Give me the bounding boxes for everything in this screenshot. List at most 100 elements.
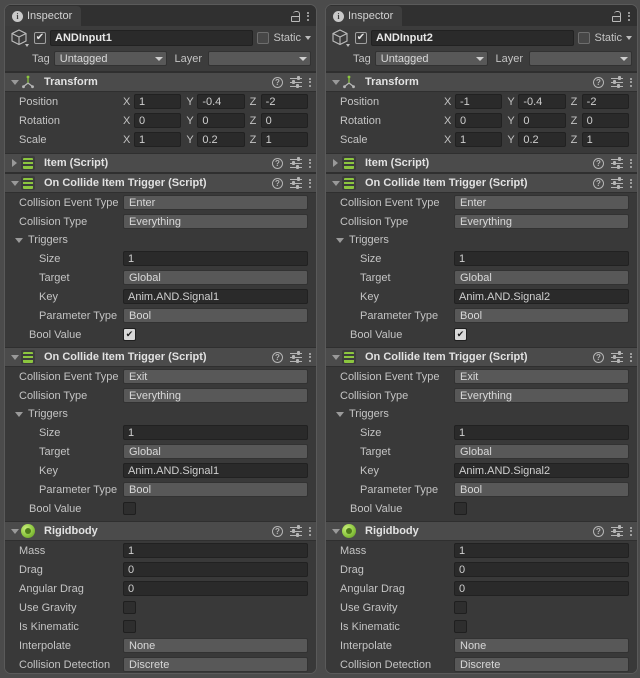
triggers-size-input[interactable]: 1 bbox=[123, 251, 308, 266]
rotation-y-input[interactable]: 0 bbox=[197, 113, 245, 128]
triggers-size-input[interactable]: 1 bbox=[454, 251, 629, 266]
help-icon[interactable]: ? bbox=[272, 76, 283, 88]
gameobject-name-input[interactable]: ANDInput2 bbox=[371, 30, 575, 46]
mass-input[interactable]: 1 bbox=[454, 543, 629, 558]
layer-dropdown[interactable] bbox=[529, 51, 632, 66]
lock-icon[interactable] bbox=[612, 10, 621, 22]
position-x-input[interactable]: -1 bbox=[455, 94, 503, 109]
gameobject-enabled-checkbox[interactable]: ✔ bbox=[355, 32, 367, 44]
scale-z-input[interactable]: 1 bbox=[260, 132, 308, 147]
foldout-toggle[interactable] bbox=[9, 79, 20, 85]
help-icon[interactable]: ? bbox=[593, 76, 604, 88]
rotation-x-input[interactable]: 0 bbox=[134, 113, 182, 128]
scale-x-input[interactable]: 1 bbox=[134, 132, 182, 147]
preset-settings-icon[interactable] bbox=[290, 525, 302, 538]
component-header-item-script[interactable]: Item (Script) ? bbox=[5, 153, 316, 173]
foldout-toggle[interactable] bbox=[9, 159, 20, 167]
kebab-menu-icon[interactable] bbox=[309, 76, 311, 88]
preset-settings-icon[interactable] bbox=[611, 351, 623, 364]
gameobject-name-input[interactable]: ANDInput1 bbox=[50, 30, 254, 46]
component-header-transform[interactable]: Transform ? bbox=[326, 72, 637, 92]
use-gravity-checkbox[interactable] bbox=[454, 601, 467, 614]
preset-settings-icon[interactable] bbox=[290, 157, 302, 170]
is-kinematic-checkbox[interactable] bbox=[123, 620, 136, 633]
drag-input[interactable]: 0 bbox=[123, 562, 308, 577]
foldout-toggle[interactable] bbox=[9, 180, 20, 186]
foldout-toggle[interactable] bbox=[330, 354, 341, 360]
lock-icon[interactable] bbox=[291, 10, 300, 22]
kebab-menu-icon[interactable] bbox=[630, 525, 632, 537]
component-header-item-script[interactable]: Item (Script) ? bbox=[326, 153, 637, 173]
layer-dropdown[interactable] bbox=[208, 51, 311, 66]
kebab-menu-icon[interactable] bbox=[628, 10, 630, 22]
help-icon[interactable]: ? bbox=[593, 525, 604, 537]
preset-settings-icon[interactable] bbox=[290, 76, 302, 89]
collision-type-dropdown[interactable]: Everything bbox=[123, 214, 308, 229]
preset-settings-icon[interactable] bbox=[290, 177, 302, 190]
collision-type-dropdown[interactable]: Everything bbox=[123, 388, 308, 403]
help-icon[interactable]: ? bbox=[593, 351, 604, 363]
scale-z-input[interactable]: 1 bbox=[581, 132, 629, 147]
triggers-size-input[interactable]: 1 bbox=[123, 425, 308, 440]
rotation-z-input[interactable]: 0 bbox=[260, 113, 308, 128]
collision-detection-dropdown[interactable]: Discrete bbox=[454, 657, 629, 672]
kebab-menu-icon[interactable] bbox=[630, 76, 632, 88]
angular-drag-input[interactable]: 0 bbox=[454, 581, 629, 596]
foldout-toggle[interactable] bbox=[330, 159, 341, 167]
component-header-collide-trigger-2[interactable]: On Collide Item Trigger (Script) ? bbox=[326, 347, 637, 367]
chevron-down-icon[interactable] bbox=[305, 36, 311, 40]
chevron-down-icon[interactable] bbox=[626, 36, 632, 40]
triggers-parameter-type-dropdown[interactable]: Bool bbox=[454, 308, 629, 323]
triggers-target-dropdown[interactable]: Global bbox=[123, 444, 308, 459]
foldout-toggle[interactable] bbox=[330, 79, 341, 85]
triggers-parameter-type-dropdown[interactable]: Bool bbox=[123, 482, 308, 497]
foldout-toggle[interactable] bbox=[9, 528, 20, 534]
interpolate-dropdown[interactable]: None bbox=[454, 638, 629, 653]
component-header-transform[interactable]: Transform ? bbox=[5, 72, 316, 92]
help-icon[interactable]: ? bbox=[593, 177, 604, 189]
foldout-toggle[interactable] bbox=[330, 528, 341, 534]
foldout-toggle[interactable] bbox=[9, 354, 20, 360]
triggers-bool-value-checkbox[interactable] bbox=[454, 328, 467, 341]
angular-drag-input[interactable]: 0 bbox=[123, 581, 308, 596]
foldout-toggle[interactable] bbox=[330, 180, 341, 186]
triggers-bool-value-checkbox[interactable] bbox=[123, 502, 136, 515]
position-z-input[interactable]: -2 bbox=[581, 94, 629, 109]
component-header-collide-trigger-1[interactable]: On Collide Item Trigger (Script) ? bbox=[326, 173, 637, 193]
position-y-input[interactable]: -0.4 bbox=[197, 94, 245, 109]
help-icon[interactable]: ? bbox=[272, 351, 283, 363]
help-icon[interactable]: ? bbox=[272, 525, 283, 537]
interpolate-dropdown[interactable]: None bbox=[123, 638, 308, 653]
triggers-size-input[interactable]: 1 bbox=[454, 425, 629, 440]
kebab-menu-icon[interactable] bbox=[630, 157, 632, 169]
collision-event-type-dropdown[interactable]: Enter bbox=[123, 195, 308, 210]
preset-settings-icon[interactable] bbox=[611, 177, 623, 190]
gameobject-enabled-checkbox[interactable]: ✔ bbox=[34, 32, 46, 44]
component-header-rigidbody[interactable]: Rigidbody ? bbox=[5, 521, 316, 541]
preset-settings-icon[interactable] bbox=[611, 525, 623, 538]
component-header-collide-trigger-2[interactable]: On Collide Item Trigger (Script) ? bbox=[5, 347, 316, 367]
use-gravity-checkbox[interactable] bbox=[123, 601, 136, 614]
triggers-foldout[interactable]: Triggers bbox=[5, 405, 316, 423]
collision-type-dropdown[interactable]: Everything bbox=[454, 388, 629, 403]
help-icon[interactable]: ? bbox=[272, 177, 283, 189]
triggers-target-dropdown[interactable]: Global bbox=[454, 270, 629, 285]
position-x-input[interactable]: 1 bbox=[134, 94, 182, 109]
triggers-bool-value-checkbox[interactable] bbox=[123, 328, 136, 341]
scale-x-input[interactable]: 1 bbox=[455, 132, 503, 147]
is-kinematic-checkbox[interactable] bbox=[454, 620, 467, 633]
drag-input[interactable]: 0 bbox=[454, 562, 629, 577]
help-icon[interactable]: ? bbox=[272, 157, 283, 169]
rotation-x-input[interactable]: 0 bbox=[455, 113, 503, 128]
preset-settings-icon[interactable] bbox=[611, 76, 623, 89]
kebab-menu-icon[interactable] bbox=[309, 525, 311, 537]
kebab-menu-icon[interactable] bbox=[309, 351, 311, 363]
collision-event-type-dropdown[interactable]: Exit bbox=[454, 369, 629, 384]
triggers-target-dropdown[interactable]: Global bbox=[123, 270, 308, 285]
collision-type-dropdown[interactable]: Everything bbox=[454, 214, 629, 229]
collision-event-type-dropdown[interactable]: Exit bbox=[123, 369, 308, 384]
triggers-parameter-type-dropdown[interactable]: Bool bbox=[123, 308, 308, 323]
triggers-key-input[interactable]: Anim.AND.Signal2 bbox=[454, 289, 629, 304]
position-y-input[interactable]: -0.4 bbox=[518, 94, 566, 109]
triggers-key-input[interactable]: Anim.AND.Signal1 bbox=[123, 289, 308, 304]
